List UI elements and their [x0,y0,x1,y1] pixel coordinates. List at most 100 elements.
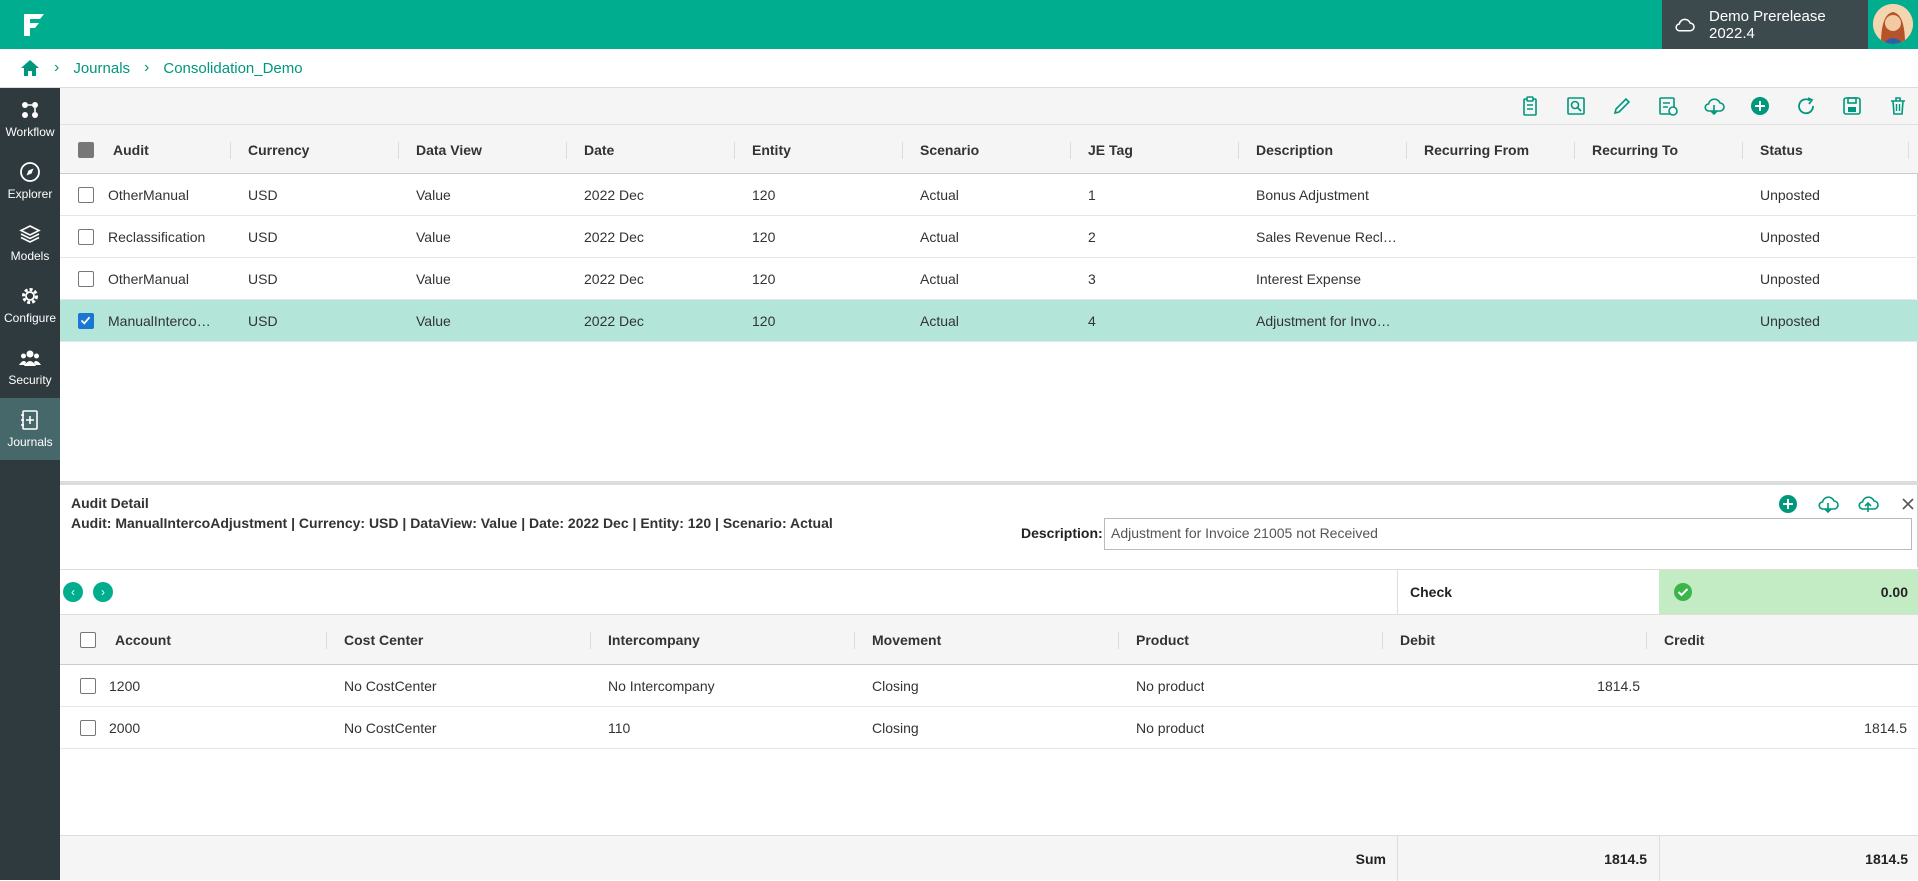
breadcrumb: › Journals › Consolidation_Demo [0,49,1918,88]
table-row[interactable]: OtherManual USD Value 2022 Dec 120 Actua… [60,174,1918,216]
breadcrumb-journals[interactable]: Journals [73,60,130,77]
row-checkbox[interactable] [78,187,94,203]
cell-debit [1400,707,1640,749]
column-header-description[interactable]: Description [1256,125,1333,175]
column-header-debit[interactable]: Debit [1400,615,1435,665]
clipboard-icon[interactable] [1519,95,1541,117]
column-divider[interactable] [398,142,399,159]
column-header-scenario[interactable]: Scenario [920,125,979,175]
table-row[interactable]: Reclassification USD Value 2022 Dec 120 … [60,216,1918,258]
column-divider[interactable] [326,632,327,649]
add-circle-icon[interactable] [1749,95,1771,117]
chevron-right-icon[interactable]: › [93,582,113,602]
sidebar-item-workflow[interactable]: Workflow [0,88,60,150]
column-header-audit[interactable]: Audit [113,125,149,175]
row-checkbox-checked[interactable] [78,313,94,329]
column-header-intercompany[interactable]: Intercompany [608,615,700,665]
column-divider[interactable] [1646,632,1647,649]
column-divider[interactable] [230,142,231,159]
cell-data-view: Value [416,271,451,287]
cell-entity: 120 [752,187,776,203]
save-icon[interactable] [1841,95,1863,117]
chevron-left-icon[interactable]: ‹ [63,582,83,602]
cell-account: 1200 [109,678,141,694]
user-avatar[interactable] [1873,4,1913,44]
delete-icon[interactable] [1887,95,1909,117]
column-divider[interactable] [590,632,591,649]
journals-grid-header: Audit Currency Data View Date Entity Sce… [60,124,1918,174]
select-all-checkbox[interactable] [78,142,94,158]
table-row[interactable]: 2000 No CostCenter 110 Closing No produc… [60,707,1918,749]
cell-data-view: Value [416,313,451,329]
row-checkbox[interactable] [78,229,94,245]
column-divider[interactable] [1406,142,1407,159]
cell-audit: Reclassification [108,229,206,245]
column-divider[interactable] [854,632,855,649]
environment-selector[interactable]: Demo Prerelease 2022.4 [1662,0,1868,49]
audit-detail-info: Audit: ManualIntercoAdjustment | Currenc… [71,515,833,531]
column-header-data-view[interactable]: Data View [416,125,482,175]
table-row[interactable]: OtherManual USD Value 2022 Dec 120 Actua… [60,258,1918,300]
column-header-cost-center[interactable]: Cost Center [344,615,423,665]
cloud-upload-icon[interactable] [1857,493,1879,515]
table-row[interactable]: 1200 No CostCenter No Intercompany Closi… [60,665,1918,707]
column-header-movement[interactable]: Movement [872,615,941,665]
column-divider[interactable] [902,142,903,159]
cell-entity: 120 [752,271,776,287]
check-value-text: 0.00 [1880,584,1908,600]
journals-toolbar [60,88,1918,124]
column-divider[interactable] [1070,142,1071,159]
sidebar-item-configure[interactable]: Configure [0,274,60,336]
column-header-status[interactable]: Status [1760,125,1803,175]
sidebar-item-journals[interactable]: Journals [0,398,60,460]
column-header-currency[interactable]: Currency [248,125,309,175]
table-row-selected[interactable]: ManualInterco… USD Value 2022 Dec 120 Ac… [60,300,1918,342]
column-header-credit[interactable]: Credit [1664,615,1704,665]
column-header-product[interactable]: Product [1136,615,1189,665]
column-divider[interactable] [734,142,735,159]
column-header-date[interactable]: Date [584,125,614,175]
sidebar-item-security[interactable]: Security [0,336,60,398]
layers-icon [19,225,41,243]
row-checkbox[interactable] [78,271,94,287]
row-checkbox[interactable] [80,720,96,736]
column-divider[interactable] [1742,142,1743,159]
cell-movement: Closing [872,720,919,736]
column-divider[interactable] [566,142,567,159]
description-label: Description: [1021,525,1103,541]
select-all-lines-checkbox[interactable] [80,632,96,648]
column-divider[interactable] [1118,632,1119,649]
column-header-recurring-to[interactable]: Recurring To [1592,125,1678,175]
column-header-je-tag[interactable]: JE Tag [1088,125,1133,175]
add-line-icon[interactable] [1777,493,1799,515]
column-header-recurring-from[interactable]: Recurring From [1424,125,1529,175]
column-header-account[interactable]: Account [115,615,171,665]
home-icon[interactable] [20,59,40,77]
cloud-download-icon[interactable] [1703,95,1725,117]
column-header-entity[interactable]: Entity [752,125,791,175]
cell-status: Unposted [1760,187,1820,203]
column-divider[interactable] [1382,632,1383,649]
cell-product: No product [1136,720,1205,736]
app-logo-icon[interactable] [20,10,48,40]
sum-label: Sum [1355,850,1386,867]
edit-document-icon[interactable] [1657,95,1679,117]
cloud-download-icon[interactable] [1817,493,1839,515]
search-document-icon[interactable] [1565,95,1587,117]
chevron-right-icon: › [54,59,60,76]
sidebar-item-explorer[interactable]: Explorer [0,150,60,212]
cell-je-tag: 4 [1088,313,1096,329]
column-divider[interactable] [1908,142,1909,159]
column-divider[interactable] [1238,142,1239,159]
sidebar-item-models[interactable]: Models [0,212,60,274]
column-divider[interactable] [1574,142,1575,159]
cell-status: Unposted [1760,271,1820,287]
refresh-icon[interactable] [1795,95,1817,117]
edit-pencil-icon[interactable] [1611,95,1633,117]
breadcrumb-consolidation[interactable]: Consolidation_Demo [163,60,302,77]
description-field[interactable]: Adjustment for Invoice 21005 not Receive… [1104,518,1912,550]
cell-je-tag: 2 [1088,229,1096,245]
row-checkbox[interactable] [80,678,96,694]
cell-description: Adjustment for Invo… [1256,313,1391,329]
close-icon[interactable] [1897,493,1918,515]
